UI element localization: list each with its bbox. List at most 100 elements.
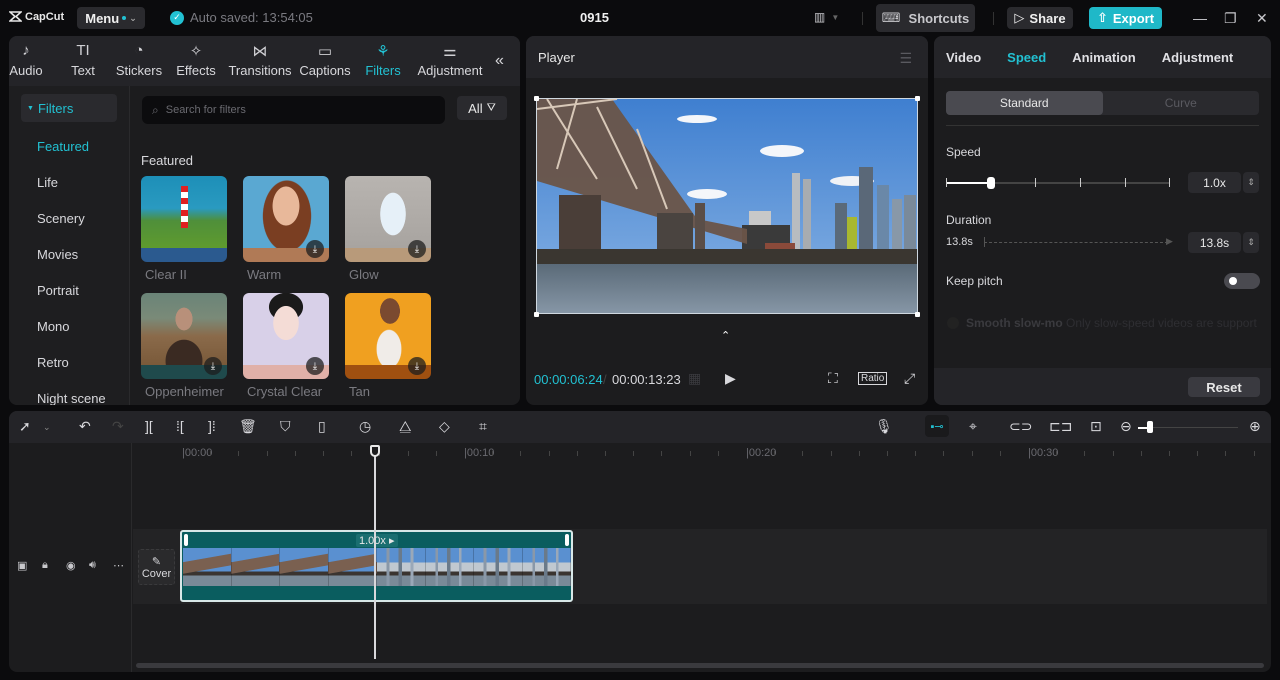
category-mono[interactable]: Mono (37, 319, 70, 334)
filter-all-dropdown[interactable]: All ⛛ (457, 96, 507, 120)
collapse-panel-icon[interactable]: « (495, 52, 504, 70)
minimize-icon[interactable]: — (1193, 10, 1207, 26)
download-icon[interactable]: ⤓ (306, 357, 324, 375)
close-icon[interactable]: ✕ (1256, 10, 1268, 27)
filters-group-toggle[interactable]: ▼ Filters (21, 94, 117, 122)
category-life[interactable]: Life (37, 175, 58, 190)
tab-adjustment[interactable]: ⚌ Adjustment (416, 42, 484, 78)
tab-filters[interactable]: ⚘ Filters (365, 42, 400, 78)
play-icon[interactable]: ▶ (725, 370, 736, 387)
clip-trim-right[interactable] (565, 534, 569, 546)
menu-icon[interactable]: ☰ (899, 50, 912, 67)
tab-captions[interactable]: ▭ Captions (299, 42, 350, 78)
filter-search-input[interactable]: ⌕ Search for filters (142, 96, 445, 124)
resize-handle[interactable] (534, 312, 539, 317)
ratio-button[interactable]: Ratio (858, 372, 888, 385)
split-icon[interactable]: ][ (145, 418, 153, 434)
resize-handle[interactable] (915, 96, 920, 101)
slider-knob[interactable] (1147, 421, 1153, 433)
smooth-slowmo-checkbox[interactable] (947, 317, 959, 329)
download-icon[interactable]: ⤓ (306, 240, 324, 258)
restore-icon[interactable]: ❐ (1224, 10, 1237, 27)
filter-thumb-glow[interactable]: ⤓ (345, 176, 431, 262)
timeline-grid-icon[interactable]: ▦ (688, 370, 701, 387)
tab-stickers[interactable]: ◔ Stickers (116, 42, 162, 78)
zoom-out-icon[interactable]: ⊖ (1120, 418, 1132, 435)
audio-mute-icon[interactable]: 🔊︎ (89, 559, 96, 572)
category-movies[interactable]: Movies (37, 247, 78, 262)
speed-slider[interactable] (946, 177, 1170, 189)
zoom-to-fit-icon[interactable]: ⊡ (1090, 418, 1102, 435)
eye-icon[interactable]: ◉ (66, 559, 76, 572)
split-right-icon[interactable]: ]⁞ (208, 418, 216, 434)
tab-adjustment[interactable]: Adjustment (1162, 50, 1234, 65)
category-portrait[interactable]: Portrait (37, 283, 79, 298)
cover-button[interactable]: ✎ Cover (138, 549, 175, 585)
select-tool-icon[interactable]: ➚ (19, 418, 31, 435)
video-clip[interactable]: 1.00x ▸ (180, 530, 573, 602)
track-video-icon[interactable]: ▣ (17, 559, 27, 572)
menu-button[interactable]: Menu ⌄ (77, 7, 145, 29)
shortcuts-button[interactable]: ⌨ Shortcuts (876, 4, 975, 32)
marker-icon[interactable]: ⛉ (280, 418, 291, 435)
mirror-icon[interactable]: ⧋ (399, 418, 412, 435)
undo-icon[interactable]: ↶ (79, 418, 91, 435)
fullscreen-icon[interactable]: ⤢ (904, 370, 915, 387)
export-button[interactable]: ⇧ Export (1089, 7, 1162, 29)
filter-thumb-crystal-clear[interactable]: ⤓ (243, 293, 329, 379)
speed-stepper-icon[interactable]: ⇕ (1243, 172, 1259, 193)
zoom-fit-icon[interactable]: ⛶ (828, 370, 838, 387)
duration-value-input[interactable]: 13.8s (1188, 232, 1241, 253)
share-button[interactable]: ▷ Share (1007, 7, 1073, 29)
filter-thumb-oppenheimer[interactable]: ⤓ (141, 293, 227, 379)
filter-thumb-clear-ii[interactable] (141, 176, 227, 262)
split-preview-icon[interactable]: ⊏⊐ (1049, 418, 1072, 435)
resize-handle[interactable] (915, 312, 920, 317)
split-left-icon[interactable]: ⁞[ (176, 418, 184, 434)
download-icon[interactable]: ⤓ (204, 357, 222, 375)
rotate-handle-icon[interactable]: ⌃ (721, 329, 730, 342)
freeze-frame-icon[interactable]: ▯ (318, 418, 326, 435)
download-icon[interactable]: ⤓ (408, 240, 426, 258)
timeline-zoom-slider[interactable] (1138, 421, 1238, 433)
microphone-icon[interactable]: 🎙 (875, 418, 893, 435)
filter-thumb-tan[interactable]: ⤓ (345, 293, 431, 379)
mode-curve[interactable]: Curve (1103, 91, 1260, 115)
tab-speed[interactable]: Speed (1007, 50, 1046, 65)
reverse-icon[interactable]: ◷ (359, 418, 371, 435)
tab-animation[interactable]: Animation (1072, 50, 1136, 65)
auto-snap-icon[interactable]: ⌖ (969, 418, 977, 435)
tab-transitions[interactable]: ⋈ Transitions (228, 42, 291, 78)
zoom-in-icon[interactable]: ⊕ (1249, 418, 1261, 435)
category-retro[interactable]: Retro (37, 355, 69, 370)
timeline-scrollbar[interactable] (136, 663, 1264, 668)
layout-button[interactable]: ▥ ▼ (814, 10, 839, 24)
slider-knob[interactable] (986, 177, 995, 189)
more-icon[interactable]: ⋯ (113, 559, 124, 572)
mode-standard[interactable]: Standard (946, 91, 1103, 115)
lock-icon[interactable]: 🔒︎ (42, 559, 48, 572)
tab-effects[interactable]: ✧ Effects (176, 42, 216, 78)
delete-icon[interactable]: 🗑 (239, 418, 257, 435)
tab-text[interactable]: TI Text (69, 42, 97, 78)
crop-icon[interactable]: ⌗ (479, 418, 487, 435)
keep-pitch-toggle[interactable] (1224, 273, 1260, 289)
clip-trim-left[interactable] (184, 534, 188, 546)
resize-handle[interactable] (534, 96, 539, 101)
main-track-magnet-icon[interactable]: ▪⊸ (925, 415, 949, 437)
rotate-icon[interactable]: ◇ (439, 418, 450, 435)
category-scenery[interactable]: Scenery (37, 211, 85, 226)
video-preview[interactable] (536, 98, 918, 314)
speed-value-input[interactable]: 1.0x (1188, 172, 1241, 193)
link-icon[interactable]: ⊂⊃ (1009, 418, 1032, 435)
reset-button[interactable]: Reset (1188, 377, 1260, 397)
category-night-scene[interactable]: Night scene (37, 391, 106, 405)
duration-stepper-icon[interactable]: ⇕ (1243, 232, 1259, 253)
category-featured[interactable]: Featured (37, 139, 89, 154)
tab-audio[interactable]: ♪ Audio (9, 42, 43, 78)
download-icon[interactable]: ⤓ (408, 357, 426, 375)
filter-thumb-warm[interactable]: ⤓ (243, 176, 329, 262)
playhead-handle[interactable] (370, 445, 380, 457)
tab-video[interactable]: Video (946, 50, 981, 65)
chevron-down-icon[interactable]: ⌄ (43, 422, 51, 433)
